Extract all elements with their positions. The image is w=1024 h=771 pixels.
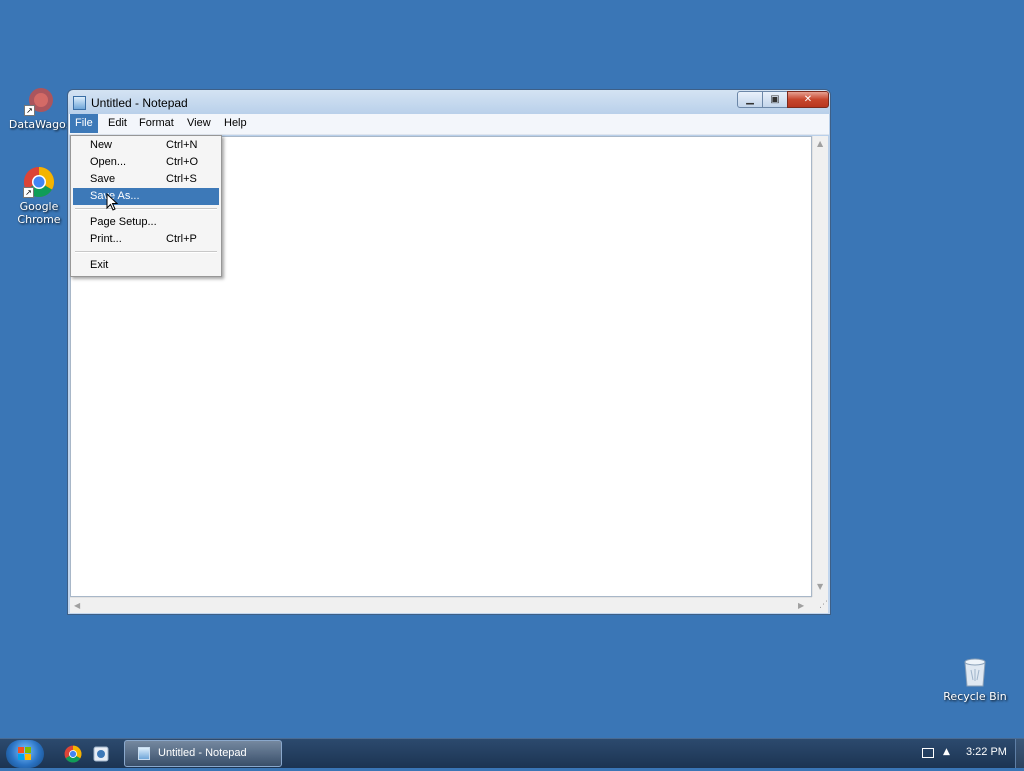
title-bar[interactable]: Untitled - Notepad ▁ ▣ ✕ — [68, 90, 830, 114]
scroll-up-icon[interactable]: ▲ — [817, 139, 823, 148]
window-title: Untitled - Notepad — [91, 96, 188, 110]
menu-separator — [75, 251, 217, 253]
close-button[interactable]: ✕ — [787, 91, 829, 108]
horizontal-scrollbar[interactable]: ◀ ▶ — [70, 597, 812, 613]
windows-logo-icon — [18, 747, 31, 760]
menu-item-label: Open... — [90, 156, 127, 168]
clock[interactable]: 3:22 PM — [966, 746, 1007, 758]
menu-item-shortcut: Ctrl+N — [166, 139, 198, 151]
scroll-down-icon[interactable]: ▼ — [817, 582, 823, 591]
desktop-icon-datawago[interactable]: ↗ DataWago. — [3, 86, 75, 131]
desktop-icon-label: Google Chrome — [17, 200, 61, 226]
menu-item-open[interactable]: Open... Ctrl+O — [73, 154, 219, 171]
menu-item-label: Exit — [90, 259, 109, 271]
menu-item-shortcut: Ctrl+O — [166, 156, 199, 168]
chrome-icon — [64, 745, 82, 763]
menu-item-page-setup[interactable]: Page Setup... — [73, 214, 219, 231]
shortcut-arrow-icon: ↗ — [23, 187, 34, 198]
desktop-icon-label: Recycle Bin — [943, 690, 1007, 703]
desktop-icon-recycle-bin[interactable]: Recycle Bin — [939, 656, 1011, 703]
datawago-icon: ↗ — [24, 86, 54, 116]
taskbar: Untitled - Notepad ▲ 3:22 PM — [0, 738, 1024, 768]
shortcut-arrow-icon: ↗ — [24, 105, 35, 116]
menu-item-new[interactable]: New Ctrl+N — [73, 137, 219, 154]
chrome-icon: ↗ — [23, 166, 55, 198]
show-desktop-button[interactable] — [1015, 739, 1024, 768]
scroll-right-icon[interactable]: ▶ — [798, 601, 804, 610]
scroll-left-icon[interactable]: ◀ — [74, 601, 80, 610]
taskbar-datawago-button[interactable] — [92, 745, 110, 763]
notepad-icon — [73, 96, 86, 110]
desktop-icon-chrome[interactable]: ↗ Google Chrome — [3, 166, 75, 226]
minimize-icon: ▁ — [746, 94, 754, 105]
taskbar-chrome-button[interactable] — [64, 745, 82, 763]
menu-item-print[interactable]: Print... Ctrl+P — [73, 231, 219, 248]
menu-separator — [75, 208, 217, 210]
vertical-scrollbar[interactable]: ▲ ▼ — [812, 136, 828, 597]
resize-grip-icon[interactable]: ⋰ — [812, 597, 828, 613]
keyboard-icon[interactable] — [922, 748, 934, 758]
maximize-button[interactable]: ▣ — [762, 91, 788, 108]
menu-item-label: Print... — [90, 233, 122, 245]
menu-file[interactable]: File — [70, 114, 98, 133]
file-menu-dropdown: New Ctrl+N Open... Ctrl+O Save Ctrl+S Sa… — [70, 135, 222, 277]
datawago-icon — [93, 746, 109, 762]
desktop-icon-label: DataWago. — [8, 118, 70, 131]
menu-bar: File Edit Format View Help — [69, 114, 829, 135]
menu-view[interactable]: View — [182, 114, 216, 133]
show-hidden-icons-icon[interactable]: ▲ — [943, 747, 950, 757]
menu-item-save[interactable]: Save Ctrl+S — [73, 171, 219, 188]
mouse-cursor-icon — [106, 193, 118, 211]
menu-item-label: New — [90, 139, 113, 151]
menu-help[interactable]: Help — [219, 114, 252, 133]
notepad-icon — [138, 747, 150, 760]
start-button[interactable] — [6, 740, 44, 768]
menu-item-exit[interactable]: Exit — [73, 257, 219, 274]
menu-item-label: Save — [90, 173, 116, 185]
recycle-bin-icon — [961, 656, 989, 688]
menu-edit[interactable]: Edit — [103, 114, 132, 133]
taskbar-notepad-button[interactable]: Untitled - Notepad — [124, 740, 282, 767]
taskbar-task-label: Untitled - Notepad — [158, 747, 247, 759]
menu-item-shortcut: Ctrl+P — [166, 233, 197, 245]
menu-format[interactable]: Format — [134, 114, 179, 133]
maximize-icon: ▣ — [770, 94, 780, 105]
close-icon: ✕ — [803, 94, 813, 105]
menu-item-label: Page Setup... — [90, 216, 157, 228]
menu-item-save-as[interactable]: Save As... — [73, 188, 219, 205]
minimize-button[interactable]: ▁ — [737, 91, 763, 108]
menu-item-shortcut: Ctrl+S — [166, 173, 197, 185]
